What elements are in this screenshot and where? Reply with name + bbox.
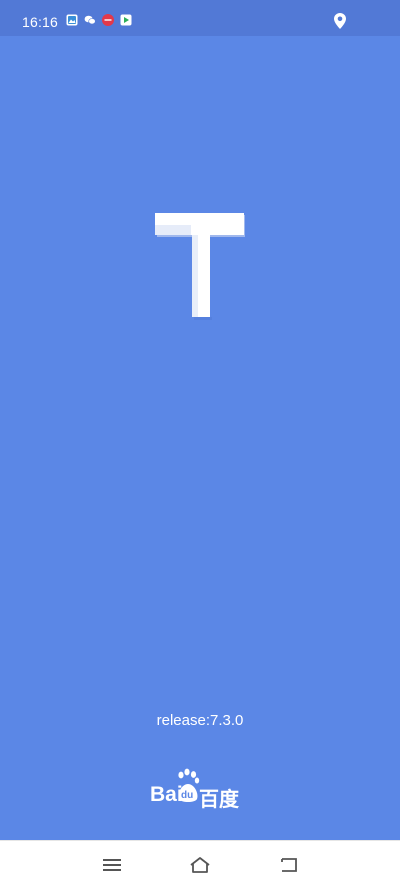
- baidu-logo-du: du: [181, 790, 194, 801]
- notification-icons: [66, 14, 132, 26]
- app-logo-t: [155, 213, 247, 326]
- release-version: release:7.3.0: [156, 712, 244, 729]
- home-button[interactable]: [186, 853, 214, 877]
- splash-screen: release:7.3.0 Bai du 百度: [0, 36, 400, 840]
- location-icon: [333, 12, 347, 35]
- baidu-logo: Bai du 百度: [150, 768, 250, 811]
- gallery-icon: [66, 14, 78, 26]
- play-store-icon: [120, 14, 132, 26]
- back-button[interactable]: [275, 853, 303, 877]
- back-icon: [281, 858, 297, 872]
- wechat-icon: [84, 14, 96, 26]
- home-icon: [190, 857, 210, 873]
- baidu-paw-icon: du: [176, 768, 200, 811]
- baidu-logo-chinese: 百度: [199, 787, 239, 811]
- status-bar: 16:16: [0, 0, 400, 36]
- menu-button[interactable]: [98, 853, 126, 877]
- navigation-bar: [0, 840, 400, 888]
- status-time: 16:16: [22, 14, 59, 30]
- menu-icon: [103, 859, 121, 871]
- red-badge-icon: [102, 14, 114, 26]
